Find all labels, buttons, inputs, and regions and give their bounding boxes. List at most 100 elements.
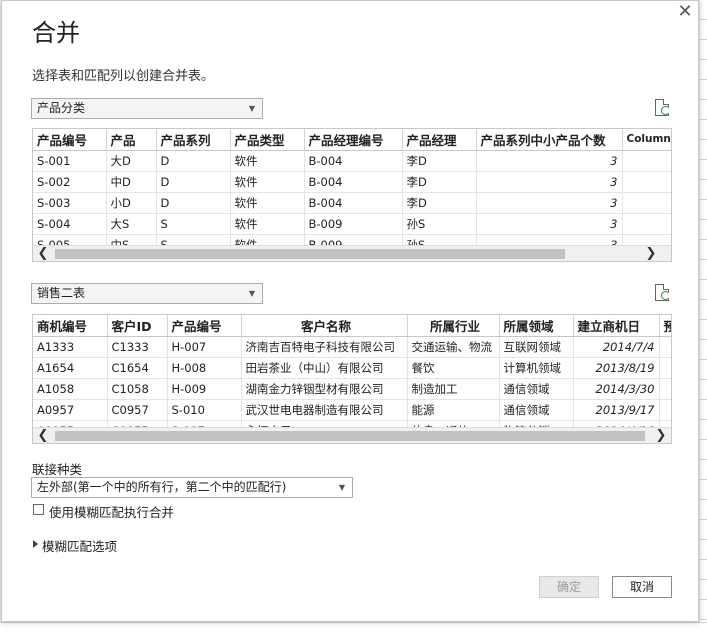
column-header[interactable]: 产品编号 bbox=[33, 129, 107, 151]
expand-triangle-icon[interactable] bbox=[33, 540, 38, 548]
table-cell: 通信领域 bbox=[499, 399, 574, 421]
table-cell: 软件 bbox=[230, 150, 305, 172]
column-header[interactable]: 产品 bbox=[106, 129, 157, 151]
column-header[interactable]: 产品类型 bbox=[230, 129, 305, 151]
merge-dialog: ✕ 合并 选择表和匹配列以创建合并表。 产品分类 ▼ 产品编号 产品 产品系列 … bbox=[1, 0, 699, 622]
table-cell: C1654 bbox=[107, 357, 168, 379]
table-cell: B-009 bbox=[304, 213, 403, 235]
table-cell: 李D bbox=[402, 171, 477, 193]
table-cell: D bbox=[156, 171, 231, 193]
table-row[interactable]: S-001 大D D 软件 B-004 李D 3 bbox=[33, 150, 671, 172]
column-header[interactable]: 所属领域 bbox=[499, 315, 574, 337]
column-header[interactable]: 预 bbox=[659, 315, 671, 337]
cancel-button[interactable]: 取消 bbox=[612, 576, 672, 598]
column-header[interactable]: 客户ID bbox=[107, 315, 168, 337]
excel-grid-bottom bbox=[0, 622, 707, 634]
table-cell: C1058 bbox=[107, 378, 168, 400]
table-cell: 2014/3/30 bbox=[573, 378, 660, 400]
column-header[interactable]: 产品经理编号 bbox=[304, 129, 403, 151]
table-cell: 软件 bbox=[230, 171, 305, 193]
table-cell: S-003 bbox=[33, 192, 107, 214]
table-row[interactable]: S-003 小D D 软件 B-004 李D 3 bbox=[33, 192, 671, 214]
table-cell: S-010 bbox=[167, 399, 242, 421]
table-cell bbox=[622, 192, 671, 214]
table-cell bbox=[622, 213, 671, 235]
table-cell: 李D bbox=[402, 192, 477, 214]
column-header[interactable]: 建立商机日 bbox=[573, 315, 660, 337]
scroll-right-icon[interactable]: ❯ bbox=[643, 246, 659, 261]
fuzzy-match-checkbox[interactable] bbox=[33, 504, 44, 515]
column-header[interactable]: Column8 bbox=[622, 129, 671, 151]
table2-select-value: 销售二表 bbox=[37, 286, 86, 300]
table2-select[interactable]: 销售二表 ▼ bbox=[31, 283, 263, 304]
ok-button[interactable]: 确定 bbox=[539, 576, 599, 598]
table-row[interactable]: S-002 中D D 软件 B-004 李D 3 bbox=[33, 171, 671, 193]
close-button[interactable]: ✕ bbox=[674, 3, 696, 22]
join-kind-label: 联接种类 bbox=[32, 462, 83, 477]
table-cell: 孙S bbox=[402, 213, 477, 235]
table-cell: 交通运输、物流 bbox=[407, 336, 500, 358]
column-header[interactable]: 产品编号 bbox=[167, 315, 242, 337]
chevron-down-icon: ▼ bbox=[248, 104, 255, 113]
table-cell: 3 bbox=[476, 213, 623, 235]
dialog-title: 合并 bbox=[32, 19, 80, 47]
table-cell: 3 bbox=[476, 150, 623, 172]
table2-refresh-icon[interactable] bbox=[655, 284, 670, 301]
column-header[interactable]: 商机编号 bbox=[33, 315, 108, 337]
table-cell: 能源 bbox=[407, 399, 500, 421]
table-cell: H-009 bbox=[167, 378, 242, 400]
table-cell: S-002 bbox=[33, 171, 107, 193]
table-cell: A1333 bbox=[33, 336, 108, 358]
table-cell: 制造加工 bbox=[407, 378, 500, 400]
table-cell: 2013/8/19 bbox=[573, 357, 660, 379]
chevron-down-icon: ▼ bbox=[338, 483, 345, 492]
table1-refresh-icon[interactable] bbox=[655, 99, 670, 116]
table-row[interactable]: A1058 C1058 H-009 湖南金力锌铟型材有限公司 制造加工 通信领域… bbox=[33, 378, 671, 400]
scroll-right-icon[interactable]: ❯ bbox=[653, 428, 669, 443]
column-header[interactable]: 所属行业 bbox=[407, 315, 500, 337]
column-header[interactable]: 产品经理 bbox=[402, 129, 477, 151]
scroll-left-icon[interactable]: ❮ bbox=[35, 428, 51, 443]
scroll-thumb[interactable] bbox=[55, 249, 565, 259]
fuzzy-match-label[interactable]: 使用模糊匹配执行合并 bbox=[49, 502, 174, 521]
table-cell: 田岩茶业（中山）有限公司 bbox=[241, 357, 408, 379]
column-header[interactable]: 客户名称 bbox=[241, 315, 408, 337]
table-cell bbox=[659, 357, 671, 379]
scroll-left-icon[interactable]: ❮ bbox=[35, 246, 51, 261]
table-cell: B-004 bbox=[304, 171, 403, 193]
table-cell: H-008 bbox=[167, 357, 242, 379]
table-cell: 李D bbox=[402, 150, 477, 172]
table-row[interactable]: A1333 C1333 H-007 济南吉百特电子科技有限公司 交通运输、物流 … bbox=[33, 336, 671, 358]
table2-preview: 商机编号 客户ID 产品编号 客户名称 所属行业 所属领域 建立商机日 预 A1… bbox=[32, 314, 672, 444]
table-row[interactable]: S-004 大S S 软件 B-009 孙S 3 bbox=[33, 213, 671, 235]
table1-select[interactable]: 产品分类 ▼ bbox=[31, 98, 263, 119]
table-cell: 大S bbox=[106, 213, 157, 235]
table-cell bbox=[659, 336, 671, 358]
table-cell: D bbox=[156, 150, 231, 172]
scroll-thumb[interactable] bbox=[55, 431, 645, 441]
table2-header-row: 商机编号 客户ID 产品编号 客户名称 所属行业 所属领域 建立商机日 预 bbox=[33, 315, 671, 337]
table-cell: 2014/7/4 bbox=[573, 336, 660, 358]
table-row[interactable]: A0957 C0957 S-010 武汉世电电器制造有限公司 能源 通信领域 2… bbox=[33, 399, 671, 421]
table-cell: 湖南金力锌铟型材有限公司 bbox=[241, 378, 408, 400]
table-cell: S-004 bbox=[33, 213, 107, 235]
column-header[interactable]: 产品系列 bbox=[156, 129, 231, 151]
table1-select-value: 产品分类 bbox=[37, 101, 86, 115]
table-row[interactable]: A1654 C1654 H-008 田岩茶业（中山）有限公司 餐饮 计算机领域 … bbox=[33, 357, 671, 379]
table-cell: D bbox=[156, 192, 231, 214]
table-cell: 3 bbox=[476, 192, 623, 214]
table-cell: 软件 bbox=[230, 192, 305, 214]
table-cell: B-004 bbox=[304, 192, 403, 214]
fuzzy-options-toggle[interactable]: 模糊匹配选项 bbox=[42, 536, 117, 555]
table2-horizontal-scrollbar[interactable]: ❮ ❯ bbox=[33, 427, 671, 443]
table-cell: 通信领域 bbox=[499, 378, 574, 400]
table1-header-row: 产品编号 产品 产品系列 产品类型 产品经理编号 产品经理 产品系列中小产品个数… bbox=[33, 129, 671, 151]
table-cell bbox=[659, 399, 671, 421]
table-cell: 中D bbox=[106, 171, 157, 193]
table-cell: 大D bbox=[106, 150, 157, 172]
table-cell: 武汉世电电器制造有限公司 bbox=[241, 399, 408, 421]
table1-horizontal-scrollbar[interactable]: ❮ ❯ bbox=[33, 245, 671, 261]
table-cell: S-001 bbox=[33, 150, 107, 172]
join-kind-select[interactable]: 左外部(第一个中的所有行，第二个中的匹配行) ▼ bbox=[31, 477, 353, 498]
column-header[interactable]: 产品系列中小产品个数 bbox=[476, 129, 623, 151]
